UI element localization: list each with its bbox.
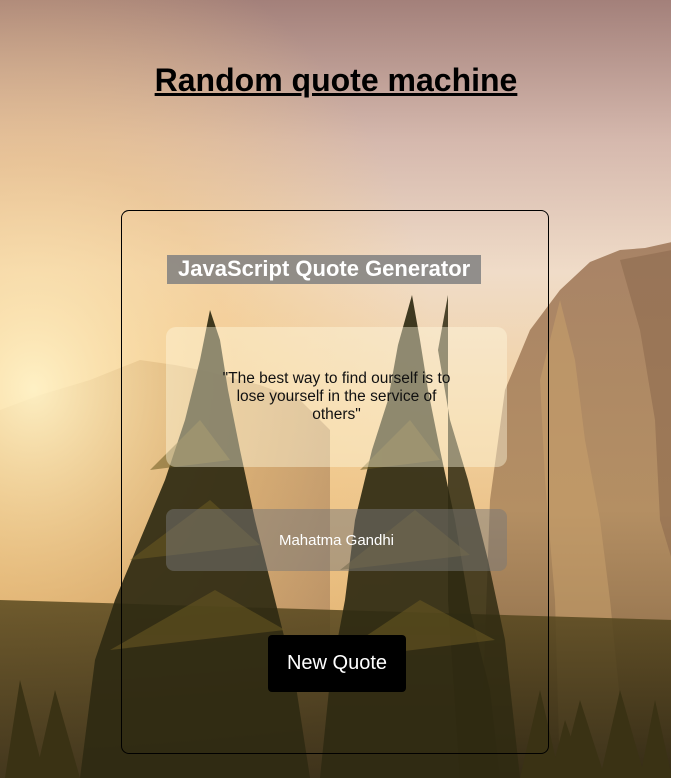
quote-box: "The best way to find ourself is to lose…: [166, 327, 507, 467]
page-title: Random quote machine: [154, 62, 518, 98]
author-box: Mahatma Gandhi: [166, 509, 507, 571]
quote-card: JavaScript Quote Generator "The best way…: [121, 210, 549, 754]
author-name: Mahatma Gandhi: [278, 531, 395, 549]
card-title: JavaScript Quote Generator: [167, 255, 482, 284]
quote-text: "The best way to find ourself is to lose…: [222, 370, 451, 423]
new-quote-button[interactable]: New Quote: [268, 635, 406, 692]
